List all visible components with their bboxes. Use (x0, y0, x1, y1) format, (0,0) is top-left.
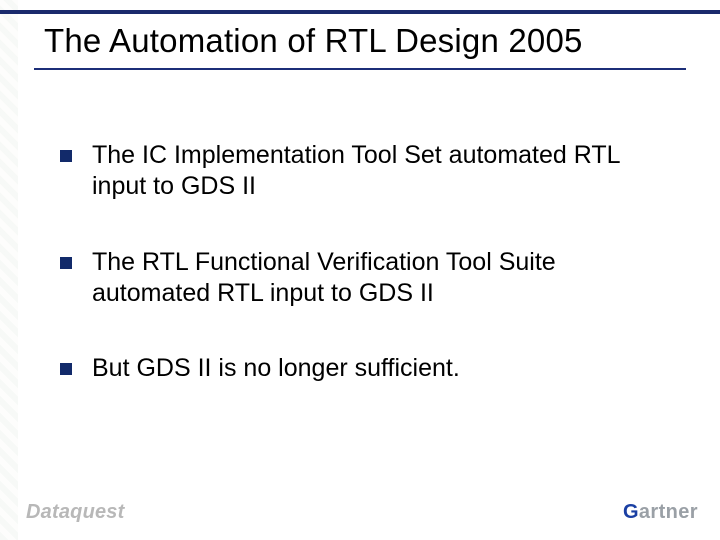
slide-footer: Dataquest Gartner (0, 496, 720, 540)
top-rule (0, 10, 720, 14)
title-underline (34, 68, 686, 70)
decorative-left-strip (0, 0, 18, 540)
bullet-text: But GDS II is no longer sufficient. (92, 353, 460, 384)
bullet-item: But GDS II is no longer sufficient. (60, 353, 670, 384)
gartner-logo-initial: G (623, 501, 639, 523)
square-bullet-icon (60, 363, 72, 375)
square-bullet-icon (60, 150, 72, 162)
bullet-text: The RTL Functional Verification Tool Sui… (92, 247, 670, 310)
gartner-logo-rest: artner (639, 501, 698, 523)
gartner-logo: Gartner (623, 501, 698, 524)
bullet-item: The IC Implementation Tool Set automated… (60, 140, 670, 203)
bullet-text: The IC Implementation Tool Set automated… (92, 140, 670, 203)
slide-body: The IC Implementation Tool Set automated… (60, 140, 670, 428)
dataquest-logo: Dataquest (26, 501, 125, 524)
slide: The Automation of RTL Design 2005 The IC… (0, 0, 720, 540)
bullet-item: The RTL Functional Verification Tool Sui… (60, 247, 670, 310)
square-bullet-icon (60, 257, 72, 269)
slide-title: The Automation of RTL Design 2005 (44, 22, 583, 60)
